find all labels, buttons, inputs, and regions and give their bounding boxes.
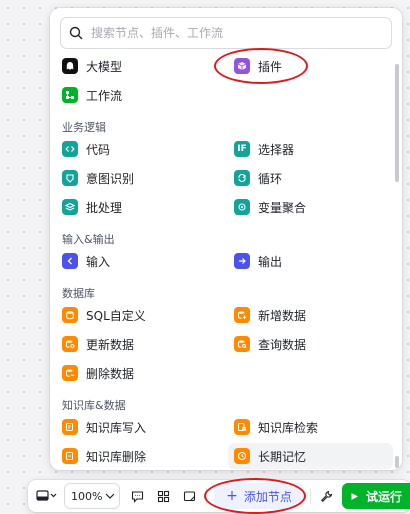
node-item-selector[interactable]: IF 选择器 bbox=[228, 136, 393, 162]
database-icon bbox=[62, 307, 78, 323]
node-label: 长期记忆 bbox=[258, 449, 307, 464]
search-icon bbox=[69, 26, 83, 40]
node-item-variable-aggregate[interactable]: 变量聚合 bbox=[228, 194, 393, 220]
code-icon bbox=[62, 141, 78, 157]
knowledge-delete-icon bbox=[62, 448, 78, 464]
node-item-output[interactable]: 输出 bbox=[228, 248, 393, 274]
toolbar-divider bbox=[310, 488, 311, 504]
node-label: 变量聚合 bbox=[258, 200, 307, 215]
node-label: 输出 bbox=[258, 254, 283, 269]
knowledge-search-icon bbox=[234, 419, 250, 435]
node-item-kb-search[interactable]: 知识库检索 bbox=[228, 414, 393, 440]
database-update-icon bbox=[62, 336, 78, 352]
monitor-icon bbox=[36, 490, 57, 501]
condition-if-icon: IF bbox=[234, 141, 250, 157]
scrollbar-thumb-secondary[interactable] bbox=[395, 456, 399, 468]
node-label: 删除数据 bbox=[86, 366, 135, 381]
node-item-code[interactable]: 代码 bbox=[56, 136, 226, 162]
batch-layers-icon bbox=[62, 199, 78, 215]
output-icon bbox=[234, 253, 250, 269]
scrollbar-thumb[interactable] bbox=[395, 64, 399, 182]
node-item-loop[interactable]: 循环 bbox=[228, 165, 393, 191]
node-label: 更新数据 bbox=[86, 337, 135, 352]
node-label: 代码 bbox=[86, 142, 111, 157]
node-item-delete-data[interactable]: 删除数据 bbox=[56, 360, 226, 386]
node-label: 查询数据 bbox=[258, 337, 307, 352]
note-button[interactable] bbox=[178, 485, 200, 507]
node-item-input[interactable]: 输入 bbox=[56, 248, 226, 274]
node-label: 知识库写入 bbox=[86, 420, 147, 435]
node-label: 意图识别 bbox=[86, 171, 135, 186]
node-item-kb-delete[interactable]: 知识库删除 bbox=[56, 443, 226, 469]
node-label: 知识库检索 bbox=[258, 420, 319, 435]
search-input[interactable] bbox=[89, 25, 391, 41]
node-label: 工作流 bbox=[86, 88, 123, 103]
comment-button[interactable] bbox=[126, 485, 148, 507]
comment-icon bbox=[131, 490, 143, 503]
node-item-intent[interactable]: 意图识别 bbox=[56, 165, 226, 191]
node-item-batch[interactable]: 批处理 bbox=[56, 194, 226, 220]
highlight-ring-add-node bbox=[204, 478, 306, 514]
grid-layout-icon bbox=[157, 490, 169, 502]
layout-button[interactable] bbox=[152, 485, 174, 507]
node-label: 批处理 bbox=[86, 200, 123, 215]
zoom-value: 100% bbox=[71, 489, 103, 503]
test-run-button[interactable]: 试运行 bbox=[342, 483, 410, 509]
llm-icon bbox=[62, 58, 78, 74]
section-title-database: 数据库 bbox=[62, 287, 95, 300]
node-label: 新增数据 bbox=[258, 308, 307, 323]
node-item-update-data[interactable]: 更新数据 bbox=[56, 331, 226, 357]
aggregate-icon bbox=[234, 199, 250, 215]
node-label: 选择器 bbox=[258, 142, 295, 157]
debug-tools-button[interactable] bbox=[316, 485, 336, 507]
node-item-sql[interactable]: SQL自定义 bbox=[56, 302, 226, 328]
node-item-llm[interactable]: 大模型 bbox=[56, 53, 226, 79]
node-item-workflow[interactable]: 工作流 bbox=[56, 82, 226, 108]
database-delete-icon bbox=[62, 365, 78, 381]
knowledge-write-icon bbox=[62, 419, 78, 435]
node-item-add-data[interactable]: 新增数据 bbox=[228, 302, 393, 328]
section-title-io: 输入&输出 bbox=[62, 233, 115, 246]
node-item-query-data[interactable]: 查询数据 bbox=[228, 331, 393, 357]
loop-icon bbox=[234, 170, 250, 186]
wrench-icon bbox=[320, 490, 332, 502]
input-icon bbox=[62, 253, 78, 269]
node-item-long-term-memory[interactable]: 长期记忆 bbox=[228, 443, 393, 469]
memory-icon bbox=[234, 448, 250, 464]
highlight-ring-plugin bbox=[214, 48, 308, 84]
node-label: 循环 bbox=[258, 171, 283, 186]
section-title-logic: 业务逻辑 bbox=[62, 121, 106, 134]
database-query-icon bbox=[234, 336, 250, 352]
node-label: 输入 bbox=[86, 254, 111, 269]
node-label: 大模型 bbox=[86, 59, 123, 74]
workflow-icon bbox=[62, 87, 78, 103]
database-add-icon bbox=[234, 307, 250, 323]
intent-icon bbox=[62, 170, 78, 186]
note-icon bbox=[183, 490, 195, 501]
play-icon bbox=[351, 492, 358, 500]
node-search-box[interactable] bbox=[60, 17, 392, 49]
zoom-dropdown[interactable] bbox=[104, 488, 116, 504]
node-item-kb-write[interactable]: 知识库写入 bbox=[56, 414, 226, 440]
minimap-toggle[interactable] bbox=[34, 485, 60, 507]
node-label: SQL自定义 bbox=[86, 308, 146, 323]
node-label: 知识库删除 bbox=[86, 449, 147, 464]
test-run-label: 试运行 bbox=[365, 489, 402, 504]
section-title-knowledge: 知识库&数据 bbox=[62, 399, 126, 412]
chevron-down-icon bbox=[105, 493, 115, 499]
